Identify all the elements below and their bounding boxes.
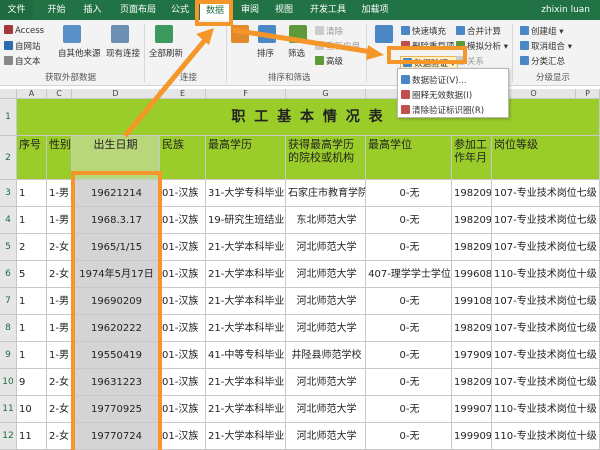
arrow-head	[366, 45, 384, 60]
arrow-line	[123, 38, 207, 138]
annotation-arrows	[123, 27, 384, 138]
arrow-line	[232, 27, 373, 55]
